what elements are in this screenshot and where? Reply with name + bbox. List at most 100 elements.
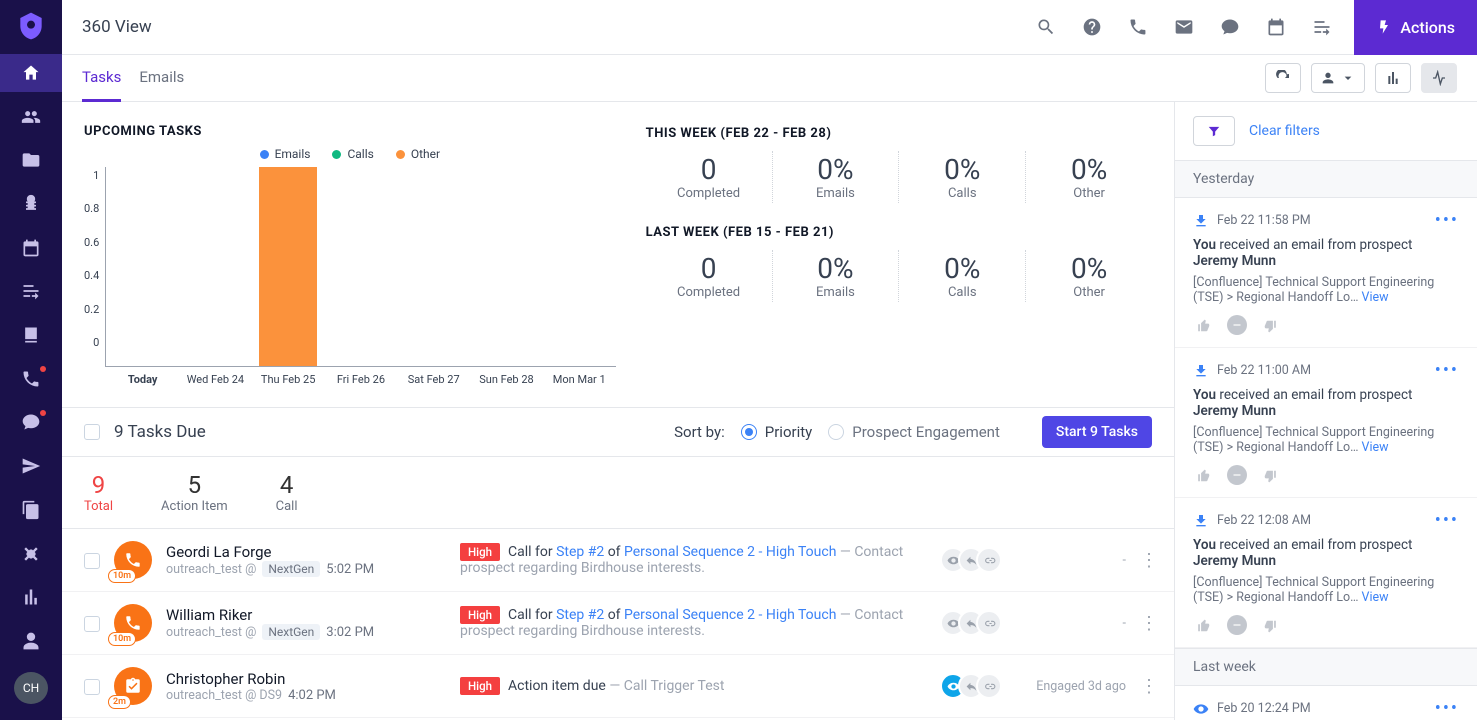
- nav-sequences[interactable]: [0, 273, 62, 311]
- task-count[interactable]: 4Call: [276, 471, 298, 514]
- user-avatar[interactable]: CH: [14, 672, 48, 704]
- task-row[interactable]: 2m Christopher Robin outreach_test @ DS9…: [62, 655, 1174, 718]
- view-link[interactable]: View: [1362, 290, 1389, 305]
- task-description: HighCall for Step #2 of Personal Sequenc…: [460, 544, 934, 576]
- thumbs-up-icon[interactable]: [1193, 315, 1215, 337]
- top-bar: 360 View Actions: [62, 0, 1477, 55]
- engagement-text: -: [1016, 553, 1126, 568]
- view-link[interactable]: View: [1362, 590, 1389, 605]
- feed-item: Feb 22 12:08 AM ••• You received an emai…: [1175, 498, 1477, 648]
- status-chips: [948, 547, 1002, 573]
- filter-button[interactable]: [1193, 116, 1235, 146]
- tab-tasks[interactable]: Tasks: [82, 55, 121, 102]
- nav-chat[interactable]: [0, 404, 62, 442]
- actions-label: Actions: [1400, 18, 1455, 37]
- view-link[interactable]: View: [1362, 440, 1389, 455]
- refresh-button[interactable]: [1265, 63, 1301, 93]
- app-logo: [15, 10, 47, 42]
- search-icon[interactable]: [1036, 17, 1056, 37]
- task-row[interactable]: 10m William Riker outreach_test @NextGen…: [62, 592, 1174, 655]
- thumbs-down-icon[interactable]: [1259, 615, 1281, 637]
- chart-bar: Sun Feb 28: [470, 167, 543, 366]
- feed-more[interactable]: •••: [1435, 510, 1459, 531]
- engagement-text: Engaged 3d ago: [1016, 679, 1126, 694]
- neutral-icon[interactable]: [1227, 315, 1247, 335]
- row-menu[interactable]: ⋮: [1140, 550, 1158, 571]
- row-menu[interactable]: ⋮: [1140, 676, 1158, 697]
- sort-engagement[interactable]: Prospect Engagement: [828, 423, 1000, 441]
- this-week-title: THIS WEEK (FEB 22 - FEB 28): [646, 126, 1152, 141]
- nav-copy[interactable]: [0, 491, 62, 529]
- feed-more[interactable]: •••: [1435, 210, 1459, 231]
- nav-analytics[interactable]: [0, 578, 62, 616]
- feed-more[interactable]: •••: [1435, 698, 1459, 719]
- row-checkbox[interactable]: [84, 679, 100, 695]
- neutral-icon[interactable]: [1227, 465, 1247, 485]
- nav-calendar[interactable]: [0, 229, 62, 267]
- inbox-icon: [1193, 363, 1209, 379]
- assignee-filter[interactable]: [1311, 63, 1365, 93]
- task-row[interactable]: 10m Geordi La Forge outreach_test @NextG…: [62, 529, 1174, 592]
- prospect-name[interactable]: Geordi La Forge: [166, 543, 446, 561]
- status-chips: [948, 673, 1002, 699]
- task-description: HighAction item due — Call Trigger Test: [460, 678, 934, 694]
- chart-bar: Mon Mar 1: [543, 167, 616, 366]
- select-all-checkbox[interactable]: [84, 424, 100, 440]
- thumbs-up-icon[interactable]: [1193, 615, 1215, 637]
- inbox-icon: [1193, 213, 1209, 229]
- feed-group-yesterday: Yesterday: [1175, 160, 1477, 198]
- prospect-name[interactable]: Christopher Robin: [166, 670, 446, 688]
- stats-button[interactable]: [1375, 63, 1411, 93]
- row-checkbox[interactable]: [84, 616, 100, 632]
- metric: 0%Emails: [773, 250, 900, 302]
- thumbs-down-icon[interactable]: [1259, 315, 1281, 337]
- activity-button[interactable]: [1421, 63, 1457, 93]
- neutral-icon[interactable]: [1227, 615, 1247, 635]
- sort-priority[interactable]: Priority: [741, 423, 812, 441]
- feed-subject: [Confluence] Technical Support Engineeri…: [1193, 425, 1459, 455]
- nav-phone[interactable]: [0, 360, 62, 398]
- actions-button[interactable]: Actions: [1354, 0, 1477, 55]
- nav-templates[interactable]: [0, 316, 62, 354]
- feed-time: Feb 22 12:08 AM: [1217, 513, 1311, 528]
- feed-item: Feb 22 11:58 PM ••• You received an emai…: [1175, 198, 1477, 348]
- sort-by-label: Sort by:: [674, 423, 725, 441]
- metric: 0Completed: [646, 151, 773, 203]
- feed-time: Feb 20 12:24 PM: [1217, 701, 1311, 716]
- link-chip: [976, 610, 1002, 636]
- row-checkbox[interactable]: [84, 553, 100, 569]
- mail-icon[interactable]: [1174, 17, 1194, 37]
- nav-profile[interactable]: [0, 622, 62, 660]
- calendar-icon[interactable]: [1266, 17, 1286, 37]
- clear-filters-link[interactable]: Clear filters: [1249, 123, 1320, 139]
- chart-bar: Fri Feb 26: [325, 167, 398, 366]
- task-count[interactable]: 5Action Item: [161, 471, 228, 514]
- center-panel: UPCOMING TASKS Emails Calls Other 10.80.…: [62, 102, 1175, 720]
- nav-opportunities[interactable]: [0, 185, 62, 223]
- thumbs-down-icon[interactable]: [1259, 465, 1281, 487]
- status-chips: [948, 610, 1002, 636]
- nav-people[interactable]: [0, 98, 62, 136]
- feed-subject: [Confluence] Technical Support Engineeri…: [1193, 275, 1459, 305]
- metric: 0%Calls: [899, 250, 1026, 302]
- nav-home[interactable]: [0, 54, 62, 92]
- tasks-icon[interactable]: [1312, 17, 1332, 37]
- action-item-icon: 2m: [114, 667, 152, 705]
- feed-more[interactable]: •••: [1435, 360, 1459, 381]
- metric: 0%Other: [1026, 151, 1152, 203]
- metric: 0Completed: [646, 250, 773, 302]
- phone-icon[interactable]: [1128, 17, 1148, 37]
- start-tasks-button[interactable]: Start 9 Tasks: [1042, 416, 1152, 448]
- chat-icon[interactable]: [1220, 17, 1240, 37]
- thumbs-up-icon[interactable]: [1193, 465, 1215, 487]
- row-menu[interactable]: ⋮: [1140, 613, 1158, 634]
- nav-snippets[interactable]: [0, 535, 62, 573]
- engagement-text: -: [1016, 616, 1126, 631]
- tab-emails[interactable]: Emails: [139, 55, 184, 102]
- help-icon[interactable]: [1082, 17, 1102, 37]
- feed-text: You received an email from prospect Jere…: [1193, 237, 1459, 269]
- task-count[interactable]: 9Total: [84, 471, 113, 514]
- prospect-name[interactable]: William Riker: [166, 606, 446, 624]
- nav-send[interactable]: [0, 447, 62, 485]
- nav-accounts[interactable]: [0, 141, 62, 179]
